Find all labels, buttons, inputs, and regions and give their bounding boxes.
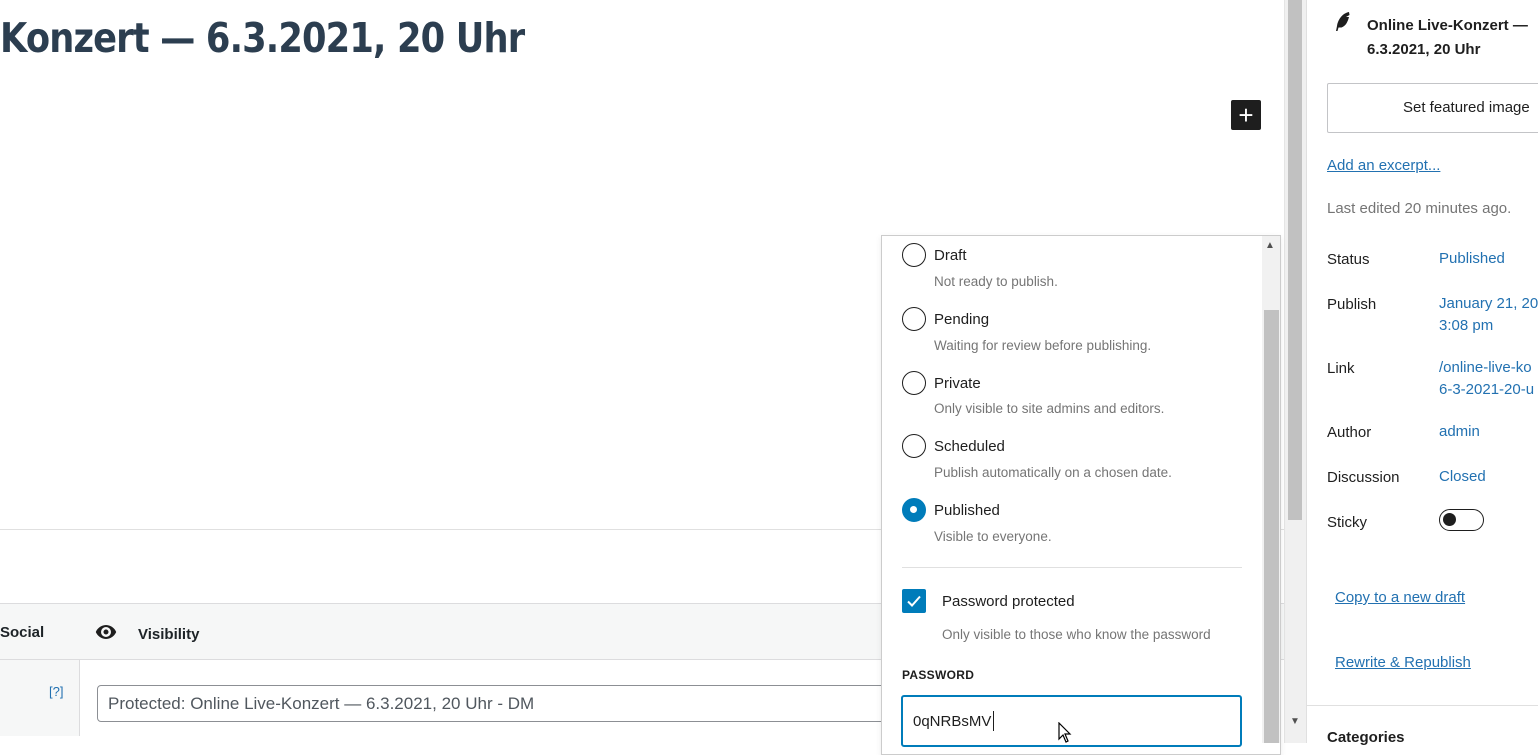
publish-date-line2: 3:08 pm [1439,317,1494,334]
radio-private[interactable] [902,371,926,395]
option-pending-description: Waiting for review before publishing. [934,338,1152,353]
discussion-label: Discussion [1327,469,1400,486]
option-pending-label: Pending [934,311,990,328]
option-scheduled-label: Scheduled [934,438,1005,455]
publish-date-button[interactable]: January 21, 20 3:08 pm [1439,293,1538,337]
meta-label-column [0,660,80,736]
permalink-line1: /online-live-ko [1439,359,1532,376]
sticky-label: Sticky [1327,514,1368,531]
last-edited-text: Last edited 20 minutes ago. [1327,200,1512,217]
add-excerpt-link[interactable]: Add an excerpt... [1327,157,1440,174]
option-draft-description: Not ready to publish. [934,274,1058,289]
author-label: Author [1327,424,1372,441]
radio-scheduled[interactable] [902,434,926,458]
option-scheduled-description: Publish automatically on a chosen date. [934,465,1172,480]
eye-icon [94,620,118,648]
status-value-button[interactable]: Published [1439,248,1505,270]
password-protected-description: Only visible to those who know the passw… [942,627,1211,642]
scroll-down-arrow-icon[interactable]: ▼ [1290,716,1300,727]
editor-scrollbar-thumb[interactable] [1288,0,1302,520]
password-protected-checkbox[interactable] [902,589,926,613]
option-published-label: Published [934,502,1000,519]
categories-panel-heading[interactable]: Categories [1327,729,1405,746]
post-title[interactable]: Konzert — 6.3.2021, 20 Uhr [0,14,525,62]
discussion-value-button[interactable]: Closed [1439,466,1486,488]
radio-pending[interactable] [902,307,926,331]
permalink-line2: 6-3-2021-20-u [1439,381,1535,398]
option-published-description: Visible to everyone. [934,529,1052,544]
author-value-button[interactable]: admin [1439,421,1480,443]
rewrite-republish-link[interactable]: Rewrite & Republish [1335,654,1471,671]
publish-label: Publish [1327,296,1377,313]
popover-divider [902,567,1242,568]
sidebar-post-title: Online Live-Konzert — 6.3.2021, 20 Uhr [1367,17,1528,58]
sidebar-divider [1307,705,1538,706]
checkmark-icon [907,595,921,607]
option-private-label: Private [934,375,981,392]
text-caret [993,711,994,731]
tab-social[interactable]: Social [0,624,44,641]
radio-published[interactable] [902,498,926,522]
copy-to-new-draft-link[interactable]: Copy to a new draft [1335,589,1465,606]
publish-date-line1: January 21, 20 [1439,295,1538,312]
tab-visibility-label: Visibility [138,625,200,643]
password-heading: PASSWORD [902,668,975,682]
help-link[interactable]: [?] [49,684,63,699]
radio-draft[interactable] [902,243,926,267]
option-draft-label: Draft [934,247,967,264]
quill-icon [1333,10,1353,39]
popover-scrollbar-thumb[interactable] [1264,310,1279,743]
set-featured-image-button[interactable]: Set featured image [1327,83,1538,133]
social-title-input[interactable] [97,685,897,722]
scroll-up-arrow-icon[interactable]: ▲ [1265,240,1275,251]
tab-visibility[interactable]: Visibility [94,620,199,648]
password-protected-label: Password protected [942,593,1075,610]
link-label: Link [1327,360,1355,377]
option-private-description: Only visible to site admins and editors. [934,401,1165,416]
mouse-cursor-icon [1058,721,1072,749]
status-label: Status [1327,251,1370,268]
sticky-toggle[interactable] [1439,509,1484,531]
add-block-button[interactable]: + [1231,100,1261,130]
permalink-button[interactable]: /online-live-ko 6-3-2021-20-u [1439,357,1534,401]
